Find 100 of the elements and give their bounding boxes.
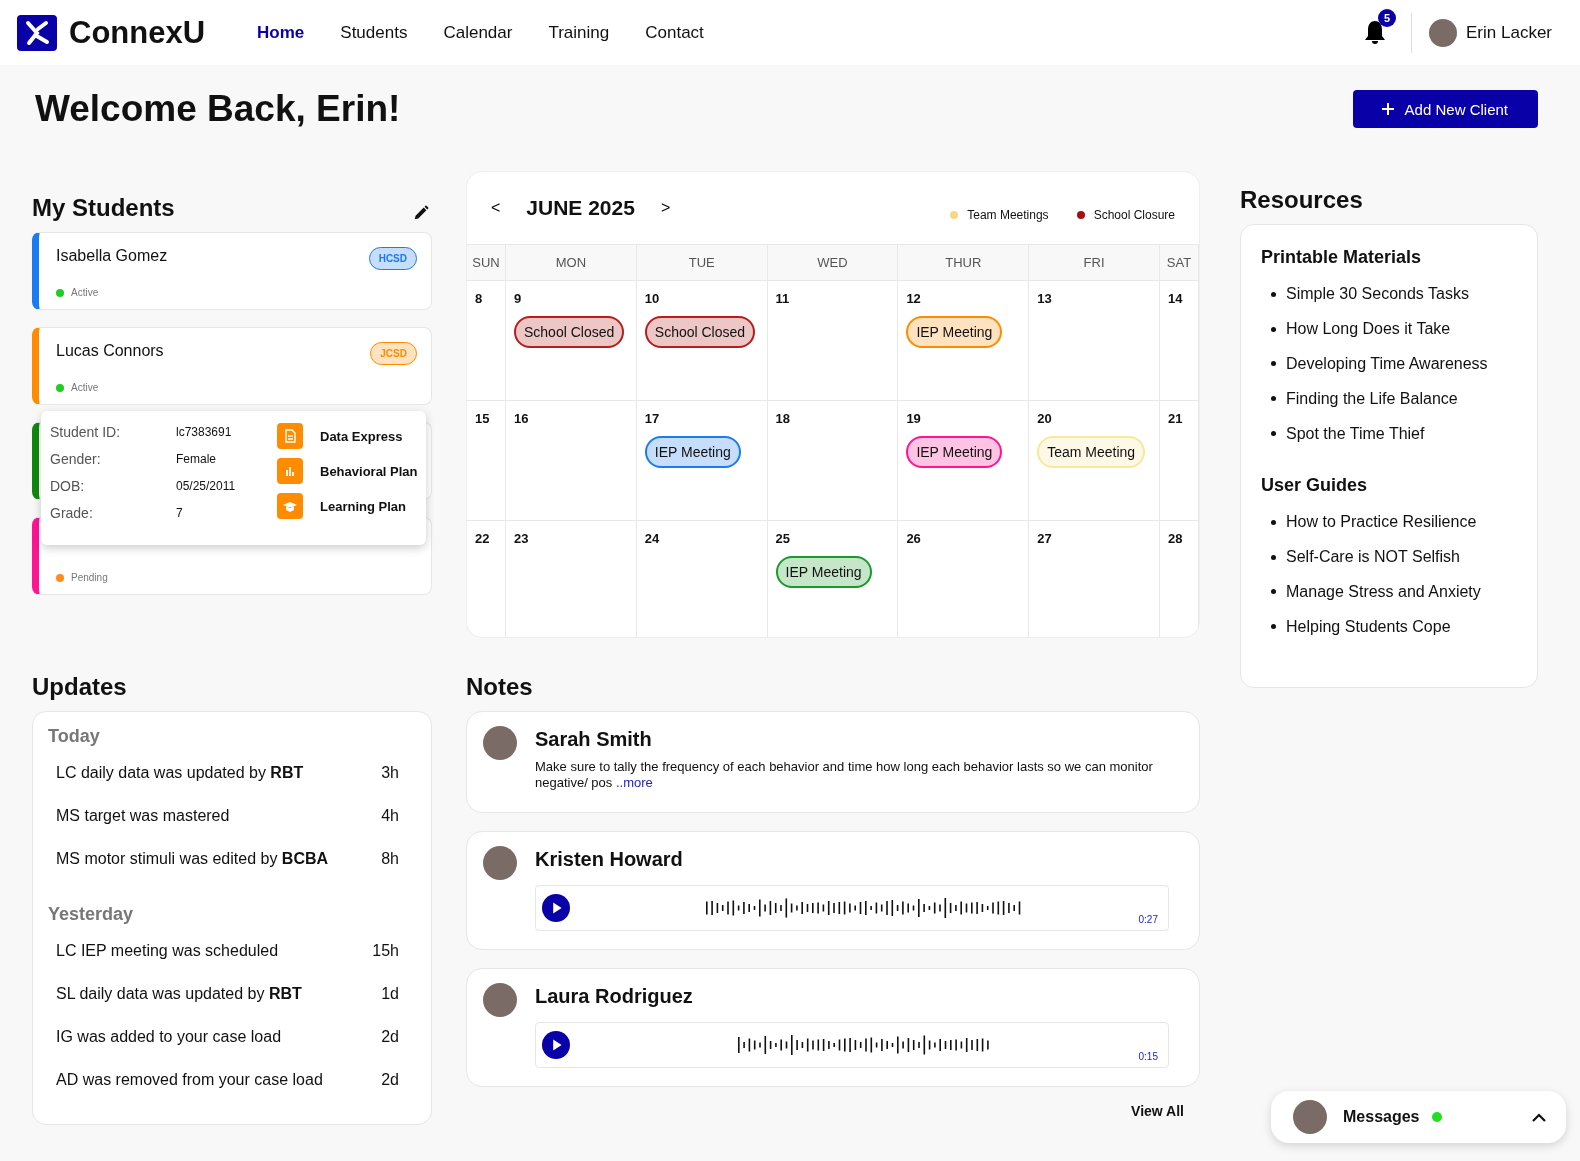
- group-title: Yesterday: [48, 904, 135, 925]
- bullet-icon: [1271, 396, 1276, 402]
- resource-link[interactable]: Simple 30 Seconds Tasks: [1286, 284, 1469, 305]
- resource-link[interactable]: How Long Does it Take: [1286, 319, 1451, 340]
- update-time: 3h: [381, 763, 399, 782]
- section-title: Resources: [1240, 186, 1364, 214]
- district-tag: HCSD: [368, 247, 417, 270]
- add-client-button[interactable]: Add New Client: [1352, 90, 1538, 128]
- update-text: IG was added to your case load: [56, 1027, 282, 1046]
- calendar-event[interactable]: IEP Meeting: [775, 556, 872, 588]
- day-number: 12: [906, 291, 921, 306]
- calendar-event[interactable]: School Closed: [644, 316, 756, 348]
- nav-link[interactable]: Training: [548, 22, 610, 43]
- more-link[interactable]: ..more: [615, 775, 653, 790]
- day-number: 17: [644, 411, 660, 426]
- nav-link[interactable]: Contact: [645, 22, 704, 43]
- bullet-icon: [1271, 291, 1276, 297]
- weekday-header: MON: [506, 245, 637, 281]
- plus-icon: [1380, 102, 1395, 116]
- next-month-button[interactable]: >: [656, 197, 675, 219]
- nav-link[interactable]: Home: [257, 22, 305, 43]
- update-time: 1d: [381, 984, 399, 1003]
- day-number: 18: [775, 411, 791, 426]
- user-name[interactable]: Erin Lacker: [1466, 22, 1552, 43]
- day-number: 20: [1037, 411, 1052, 426]
- day-number: 16: [514, 411, 529, 426]
- previous-month-button[interactable]: <: [487, 197, 505, 219]
- audio-duration: 0:15: [1138, 1051, 1158, 1062]
- detail-label: Gender:: [50, 450, 102, 469]
- district-tag: JCSD: [370, 342, 417, 365]
- calendar-event[interactable]: Team Meeting: [1037, 436, 1146, 468]
- author-avatar: [483, 983, 517, 1017]
- resource-link[interactable]: Spot the Time Thief: [1286, 423, 1425, 444]
- author-name: Kristen Howard: [535, 848, 684, 871]
- pencil-icon[interactable]: [412, 204, 430, 222]
- student-name: Lucas Connors: [56, 342, 164, 360]
- view-all-link[interactable]: View All: [1131, 1103, 1184, 1119]
- action-link[interactable]: Learning Plan: [320, 498, 406, 514]
- detail-value: 05/25/2011: [176, 478, 237, 495]
- author-avatar: [483, 726, 517, 760]
- detail-label: Student ID:: [50, 423, 122, 442]
- day-number: 28: [1168, 531, 1183, 546]
- resource-link[interactable]: How to Practice Resilience: [1286, 512, 1477, 533]
- calendar-event[interactable]: IEP Meeting: [906, 436, 1003, 468]
- action-link[interactable]: Behavioral Plan: [320, 463, 418, 479]
- update-time: 2d: [381, 1070, 399, 1089]
- user-avatar[interactable]: [1429, 18, 1457, 47]
- notification-count: 5: [1378, 8, 1396, 27]
- day-number: 15: [475, 411, 490, 426]
- weekday-header: SAT: [1160, 245, 1199, 281]
- resource-link[interactable]: Helping Students Cope: [1286, 616, 1451, 637]
- logo-icon: [17, 14, 57, 51]
- detail-value: lc7383691: [176, 424, 233, 441]
- student-card[interactable]: Isabella Gomez HCSD Active: [32, 232, 432, 310]
- bullet-icon: [1271, 361, 1276, 367]
- student-card[interactable]: Lucas Connors JCSD Active: [32, 327, 432, 405]
- messages-bar[interactable]: Messages: [1271, 1091, 1566, 1143]
- month-title: JUNE 2025: [526, 196, 635, 220]
- resource-link[interactable]: Manage Stress and Anxiety: [1286, 581, 1481, 602]
- day-number: 21: [1168, 411, 1183, 426]
- author-avatar: [483, 846, 517, 880]
- update-time: 8h: [381, 849, 399, 868]
- nav-link[interactable]: Calendar: [443, 22, 513, 43]
- calendar-event[interactable]: School Closed: [514, 316, 625, 348]
- day-number: 8: [475, 291, 483, 306]
- calendar-event[interactable]: IEP Meeting: [644, 436, 741, 468]
- weekday-header: WED: [767, 245, 899, 281]
- update-text: MS target was mastered: [56, 806, 230, 825]
- update-text: MS motor stimuli was edited by BCBA: [56, 849, 329, 868]
- status-label: Pending: [71, 572, 108, 583]
- section-title: My Students: [32, 194, 175, 222]
- group-title: User Guides: [1261, 475, 1369, 496]
- play-button-icon[interactable]: [542, 1031, 570, 1059]
- day-number: 10: [644, 291, 660, 306]
- resource-link[interactable]: Self-Care is NOT Selfish: [1286, 547, 1460, 568]
- nav-link[interactable]: Students: [340, 22, 408, 43]
- messages-avatar: [1293, 1100, 1327, 1134]
- day-number: 24: [644, 531, 660, 546]
- student-name: Isabella Gomez: [56, 247, 168, 265]
- day-number: 23: [514, 531, 529, 546]
- day-number: 27: [1037, 531, 1052, 546]
- bullet-icon: [1271, 554, 1276, 560]
- author-name: Laura Rodriguez: [535, 985, 694, 1008]
- calendar-event[interactable]: IEP Meeting: [906, 316, 1003, 348]
- play-button-icon[interactable]: [542, 894, 570, 922]
- section-title: Notes: [466, 673, 534, 701]
- update-text: LC IEP meeting was scheduled: [56, 941, 279, 960]
- resource-link[interactable]: Developing Time Awareness: [1286, 354, 1488, 374]
- day-number: 14: [1168, 291, 1183, 306]
- detail-value: Female: [176, 451, 217, 468]
- action-link[interactable]: Data Express: [320, 428, 403, 444]
- day-number: 22: [475, 531, 490, 546]
- bullet-icon: [1271, 326, 1276, 332]
- weekday-header: THUR: [898, 245, 1030, 281]
- chevron-up-icon[interactable]: [1532, 1112, 1546, 1122]
- resource-link[interactable]: Finding the Life Balance: [1286, 388, 1458, 409]
- day-number: 19: [906, 411, 921, 426]
- group-title: Today: [48, 726, 101, 747]
- section-title: Updates: [32, 673, 128, 701]
- bullet-icon: [1271, 624, 1276, 630]
